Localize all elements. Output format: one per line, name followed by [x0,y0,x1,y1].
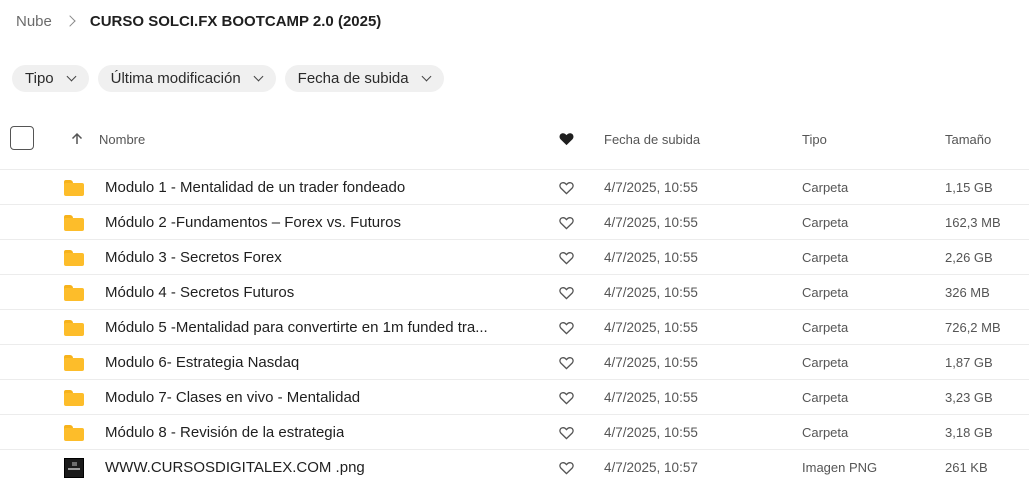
breadcrumb-root-link[interactable]: Nube [16,13,52,30]
file-type: Carpeta [802,320,849,335]
file-size: 726,2 MB [945,320,1001,335]
folder-icon [64,380,84,415]
folder-icon [64,415,84,450]
chevron-down-icon [253,71,264,82]
folder-icon [64,275,84,310]
file-type: Carpeta [802,425,849,440]
sort-ascending-icon[interactable] [70,120,84,158]
filter-bar: Tipo Última modificación Fecha de subida [12,65,444,92]
heart-outline-icon[interactable] [559,205,574,240]
image-thumbnail-icon [64,450,84,485]
file-upload-date: 4/7/2025, 10:55 [604,215,698,230]
file-type: Carpeta [802,215,849,230]
file-type: Imagen PNG [802,460,878,475]
filter-type-button[interactable]: Tipo [12,65,89,92]
select-all-checkbox[interactable] [10,126,34,150]
file-name[interactable]: Modulo 7- Clases en vivo - Mentalidad [105,380,360,415]
filter-upload-date-button[interactable]: Fecha de subida [284,65,444,92]
file-size: 1,87 GB [945,355,993,370]
folder-icon [64,240,84,275]
file-size: 261 KB [945,460,988,475]
table-row[interactable]: Módulo 3 - Secretos Forex 4/7/2025, 10:55… [0,239,1029,274]
column-header-size[interactable]: Tamaño [945,120,991,158]
file-name[interactable]: Modulo 6- Estrategia Nasdaq [105,345,299,380]
table-row[interactable]: Modulo 6- Estrategia Nasdaq 4/7/2025, 10:… [0,344,1029,379]
favorites-heart-icon[interactable] [559,120,574,158]
file-type: Carpeta [802,250,849,265]
folder-icon [64,345,84,380]
heart-outline-icon[interactable] [559,310,574,345]
table-row[interactable]: Módulo 5 -Mentalidad para convertirte en… [0,309,1029,344]
table-row[interactable]: Modulo 1 - Mentalidad de un trader fonde… [0,169,1029,204]
table-row[interactable]: Módulo 8 - Revisión de la estrategia 4/7/… [0,414,1029,449]
file-upload-date: 4/7/2025, 10:55 [604,285,698,300]
heart-outline-icon[interactable] [559,240,574,275]
file-size: 2,26 GB [945,250,993,265]
file-upload-date: 4/7/2025, 10:55 [604,390,698,405]
filter-upload-date-label: Fecha de subida [297,70,409,87]
heart-outline-icon[interactable] [559,415,574,450]
table-row[interactable]: Modulo 7- Clases en vivo - Mentalidad 4/7… [0,379,1029,414]
file-name[interactable]: Módulo 2 -Fundamentos – Forex vs. Futuro… [105,205,401,240]
folder-icon [64,205,84,240]
column-header-type[interactable]: Tipo [802,120,827,158]
file-name[interactable]: Módulo 4 - Secretos Futuros [105,275,294,310]
file-upload-date: 4/7/2025, 10:55 [604,320,698,335]
file-size: 3,23 GB [945,390,993,405]
file-size: 1,15 GB [945,180,993,195]
heart-outline-icon[interactable] [559,170,574,205]
filter-type-label: Tipo [25,70,54,87]
breadcrumb: Nube CURSO SOLCI.FX BOOTCAMP 2.0 (2025) [16,10,381,32]
file-list: Modulo 1 - Mentalidad de un trader fonde… [0,169,1029,484]
chevron-right-icon [64,15,76,27]
file-name[interactable]: Módulo 8 - Revisión de la estrategia [105,415,344,450]
file-name[interactable]: Modulo 1 - Mentalidad de un trader fonde… [105,170,405,205]
file-name[interactable]: Módulo 5 -Mentalidad para convertirte en… [105,310,488,345]
file-upload-date: 4/7/2025, 10:57 [604,460,698,475]
file-upload-date: 4/7/2025, 10:55 [604,425,698,440]
table-row[interactable]: Módulo 4 - Secretos Futuros 4/7/2025, 10:… [0,274,1029,309]
table-row[interactable]: WWW.CURSOSDIGITALEX.COM .png 4/7/2025, 10… [0,449,1029,484]
heart-outline-icon[interactable] [559,450,574,485]
folder-icon [64,310,84,345]
chevron-down-icon [66,71,77,82]
file-type: Carpeta [802,390,849,405]
file-upload-date: 4/7/2025, 10:55 [604,355,698,370]
file-size: 3,18 GB [945,425,993,440]
folder-icon [64,170,84,205]
file-size: 162,3 MB [945,215,1001,230]
file-name[interactable]: Módulo 3 - Secretos Forex [105,240,282,275]
heart-outline-icon[interactable] [559,275,574,310]
filter-last-modified-button[interactable]: Última modificación [97,65,276,92]
file-list-header: Nombre Fecha de subida Tipo Tamaño [0,120,1029,158]
file-type: Carpeta [802,285,849,300]
file-upload-date: 4/7/2025, 10:55 [604,250,698,265]
filter-last-modified-label: Última modificación [110,70,241,87]
column-header-name[interactable]: Nombre [99,120,145,158]
file-upload-date: 4/7/2025, 10:55 [604,180,698,195]
file-type: Carpeta [802,355,849,370]
table-row[interactable]: Módulo 2 -Fundamentos – Forex vs. Futuro… [0,204,1029,239]
column-header-upload-date[interactable]: Fecha de subida [604,120,700,158]
file-name[interactable]: WWW.CURSOSDIGITALEX.COM .png [105,450,365,485]
chevron-down-icon [421,71,432,82]
heart-outline-icon[interactable] [559,380,574,415]
file-type: Carpeta [802,180,849,195]
breadcrumb-current-folder: CURSO SOLCI.FX BOOTCAMP 2.0 (2025) [89,12,382,30]
file-size: 326 MB [945,285,990,300]
heart-outline-icon[interactable] [559,345,574,380]
